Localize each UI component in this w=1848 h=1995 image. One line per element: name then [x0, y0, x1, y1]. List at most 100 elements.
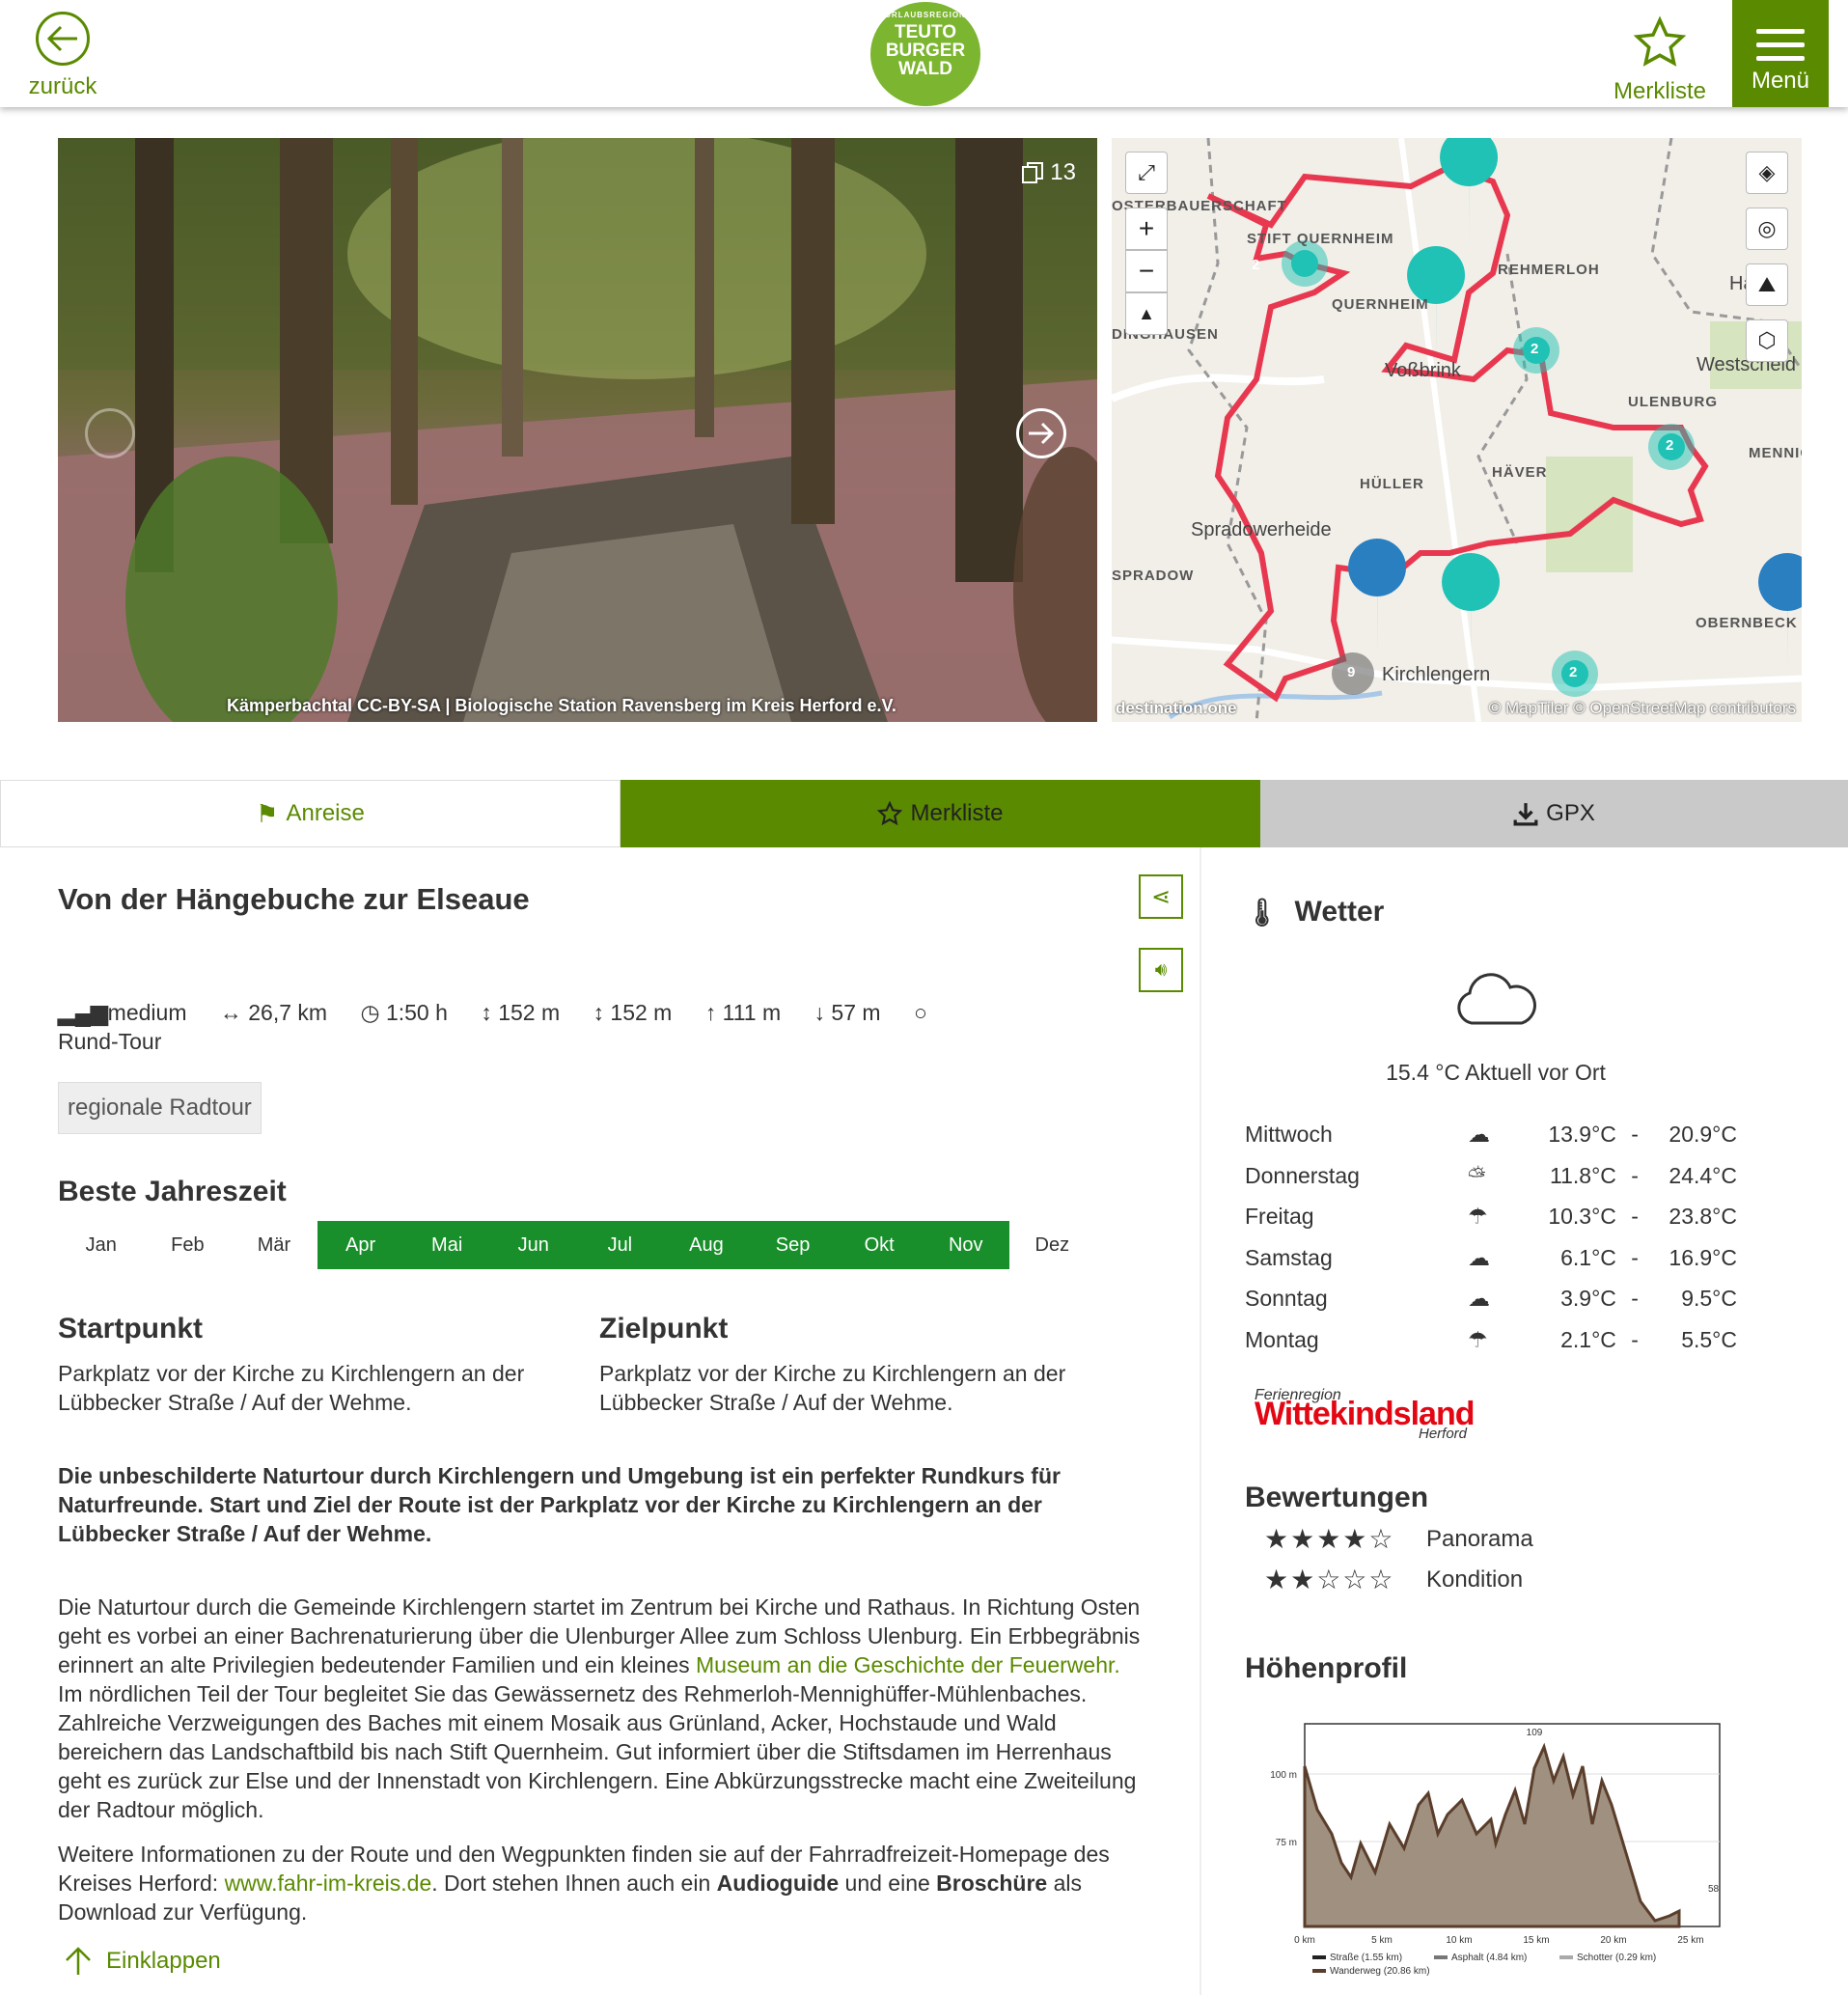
- season-months: Jan Feb Mär Apr Mai Jun Jul Aug Sep Okt …: [58, 1221, 1095, 1269]
- cluster-count[interactable]: 2: [1252, 257, 1260, 273]
- tour-more-info: Weitere Informationen zu der Route und d…: [58, 1840, 1148, 1926]
- stat-value: 57 m: [831, 1000, 881, 1025]
- stat-value: 1:50 h: [385, 1000, 448, 1025]
- separator: -: [1631, 1121, 1639, 1147]
- fahr-im-kreis-link[interactable]: www.fahr-im-kreis.de: [225, 1870, 432, 1896]
- logo[interactable]: URLAUBSREGION TEUTO BURGER WALD: [870, 2, 980, 106]
- tour-title: Von der Hängebuche zur Elseaue: [58, 882, 530, 916]
- share-icon: ⋖: [1150, 883, 1172, 910]
- forecast-day: Montag: [1245, 1326, 1319, 1352]
- layers-button[interactable]: ◈: [1746, 152, 1788, 194]
- zoom-out-button[interactable]: −: [1125, 250, 1168, 292]
- back-label: zurück: [28, 73, 97, 99]
- cluster-count[interactable]: 2: [1666, 437, 1674, 454]
- forecast-low: 2.1°C: [1560, 1326, 1616, 1352]
- collapse-label: Einklappen: [106, 1948, 221, 1974]
- ratings-title: Bewertungen: [1245, 1482, 1429, 1513]
- logo-text: BURGER: [885, 41, 966, 61]
- rating-label: Panorama: [1426, 1525, 1533, 1552]
- category-tag[interactable]: regionale Radtour: [58, 1082, 262, 1134]
- map-label: QUERNHEIM: [1332, 296, 1429, 313]
- map-attribution[interactable]: © MapTiler © OpenStreetMap contributors: [1489, 699, 1796, 718]
- x-tick: 15 km: [1523, 1935, 1549, 1946]
- map-canvas: [1112, 138, 1802, 722]
- rating-row: ★★☆☆☆ Kondition: [1264, 1564, 1523, 1595]
- tour-intro: Die unbeschilderte Naturtour durch Kirch…: [58, 1463, 1061, 1546]
- month-active: Apr: [317, 1221, 404, 1269]
- logo-text: WALD: [898, 59, 952, 79]
- signal-icon: ▂▄▆: [58, 1000, 108, 1025]
- month: Mär: [257, 1233, 291, 1256]
- tour-stats: ▂▄▆medium ↔ 26,7 km ◷ 1:50 h ↕ 152 m ↕ 1…: [58, 998, 1004, 1056]
- tab-merkliste[interactable]: Merkliste: [621, 780, 1260, 847]
- month-active: Aug: [663, 1221, 750, 1269]
- partner-logo-text: Herford: [1419, 1426, 1468, 1442]
- tab-anreise-label: Anreise: [286, 800, 365, 826]
- stat-value: medium: [107, 1000, 187, 1025]
- 3d-button[interactable]: ⬡: [1746, 319, 1788, 362]
- partner-logo[interactable]: Ferienregion Wittekindsland Herford: [1255, 1388, 1486, 1446]
- tab-anreise[interactable]: ⚑ Anreise: [0, 780, 621, 847]
- museum-link[interactable]: Museum an die Geschichte der Feuerwehr.: [696, 1652, 1120, 1677]
- collapse-button[interactable]: Einklappen: [64, 1946, 221, 1977]
- menu-button[interactable]: Menü: [1732, 0, 1829, 107]
- map-place: Voßbrink: [1385, 360, 1461, 381]
- forest-photo: [58, 138, 1097, 722]
- map-label: HÄVER: [1492, 464, 1548, 481]
- legend-swatch: [1559, 1955, 1573, 1959]
- star-rating-4: ★★★★☆: [1264, 1524, 1395, 1554]
- elevation-title: Höhenprofil: [1245, 1652, 1408, 1684]
- next-image-button[interactable]: [1016, 408, 1066, 458]
- sun-rain-icon: ☂︎: [1467, 1203, 1488, 1229]
- map-label: OBERNBECK: [1696, 615, 1798, 631]
- cluster-count[interactable]: 2: [1531, 341, 1539, 357]
- terrain-button[interactable]: ⛰: [1746, 263, 1788, 306]
- forecast-row: Samstag ☁︎ 6.1°C - 16.9°C: [1245, 1238, 1737, 1277]
- forecast-row: Sonntag ☁︎ 3.9°C - 9.5°C: [1245, 1279, 1737, 1317]
- legend-swatch: [1312, 1955, 1326, 1959]
- map-label: HÜLLER: [1360, 476, 1424, 492]
- legend-swatch: [1434, 1955, 1448, 1959]
- fullscreen-button[interactable]: ⤢: [1125, 152, 1168, 194]
- tab-merkliste-label: Merkliste: [910, 800, 1004, 826]
- cluster-count[interactable]: 2: [1569, 664, 1578, 680]
- tab-gpx[interactable]: GPX: [1260, 780, 1848, 847]
- x-tick: 5 km: [1371, 1935, 1393, 1946]
- locate-button[interactable]: ◎: [1746, 208, 1788, 250]
- max-label: 109: [1527, 1728, 1543, 1738]
- start-text: Parkplatz vor der Kirche zu Kirchlengern…: [58, 1361, 525, 1415]
- layers-icon: ◈: [1758, 160, 1776, 184]
- audio-button[interactable]: 🔊︎: [1139, 948, 1183, 992]
- separator: -: [1631, 1244, 1639, 1270]
- forecast-row: Donnerstag ⛅︎ 11.8°C - 24.4°C: [1245, 1156, 1737, 1195]
- stat-distance: ↔ 26,7 km: [219, 1000, 328, 1025]
- month-active: Mai: [403, 1221, 490, 1269]
- forecast-high: 16.9°C: [1669, 1244, 1737, 1270]
- month-active: Jun: [489, 1221, 577, 1269]
- menu-label: Menü: [1751, 68, 1810, 94]
- back-button[interactable]: zurück: [21, 12, 104, 100]
- forecast-day: Freitag: [1245, 1203, 1314, 1229]
- share-button[interactable]: ⋖: [1139, 874, 1183, 919]
- rating-label: Kondition: [1426, 1566, 1524, 1593]
- merkliste-button[interactable]: Merkliste: [1610, 15, 1710, 105]
- zoom-in-button[interactable]: +: [1125, 208, 1168, 250]
- forecast-low: 13.9°C: [1548, 1121, 1616, 1147]
- forecast-high: 5.5°C: [1681, 1326, 1737, 1352]
- tour-description: Die Naturtour durch die Gemeinde Kirchle…: [58, 1593, 1148, 1824]
- forecast-low: 3.9°C: [1560, 1285, 1616, 1311]
- forecast-day: Sonntag: [1245, 1285, 1328, 1311]
- stat-descent: ↕ 152 m: [593, 1000, 673, 1025]
- arrow-left-icon: [36, 12, 90, 66]
- photo-gallery[interactable]: 13 Kämperbachtal CC-BY-SA | Biologische …: [58, 138, 1097, 722]
- action-tabs: ⚑ Anreise Merkliste GPX: [0, 780, 1848, 847]
- stat-value: 26,7 km: [248, 1000, 328, 1025]
- compass-button[interactable]: ▲: [1125, 292, 1168, 335]
- gallery-icon: [1022, 162, 1044, 183]
- month-active: Okt: [836, 1221, 923, 1269]
- route-map[interactable]: OSTERBAUERSCHAFT STIFT QUERNHEIM REHMERL…: [1112, 138, 1802, 722]
- cluster-count[interactable]: 9: [1347, 664, 1356, 680]
- separator: -: [1631, 1285, 1639, 1311]
- forecast-high: 9.5°C: [1681, 1285, 1737, 1311]
- prev-image-button[interactable]: [85, 408, 135, 458]
